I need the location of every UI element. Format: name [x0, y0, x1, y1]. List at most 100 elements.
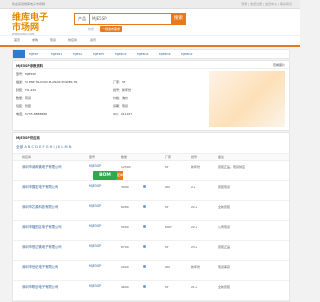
- related-model-link[interactable]: MJE3E5: [93, 52, 104, 56]
- related-models-bar: MJE5P MJE5B1 MJE5A MJE3E5 MJE8D2 MJE8D4 …: [12, 49, 290, 59]
- brand: ON: [165, 185, 170, 189]
- batch: 新年份: [191, 265, 201, 269]
- search-button[interactable]: 搜索: [171, 13, 186, 25]
- verified-icon: [143, 185, 146, 188]
- note: 全新原装: [218, 205, 231, 209]
- related-model-link[interactable]: MJE8D2: [115, 52, 127, 56]
- table-row[interactable]: 深圳市联创电子有限公司 MJE5SP 4600 ST 21+ 全新原装: [13, 281, 289, 301]
- info-value: 询价: [122, 96, 129, 100]
- model-link[interactable]: MJE5SP: [89, 264, 101, 268]
- column-header: 数量: [121, 155, 128, 159]
- supplier-name-link[interactable]: 深圳市福田区电子有限公司: [22, 224, 62, 229]
- table-header: 供应商 型号 数量 厂家 批号 备注: [13, 153, 289, 161]
- info-row: 描述：SI PNP SILICON PLANAR POWER TR: [16, 80, 78, 84]
- info-value: 新年份: [122, 88, 132, 92]
- info-row: 货期：现货: [113, 104, 128, 108]
- batch: 21+: [191, 285, 198, 289]
- table-row[interactable]: 深圳市芯源科技有限公司 MJE5SP 6280 ST 22+ 全新原装: [13, 201, 289, 221]
- quantity: 4600: [121, 285, 129, 289]
- table-row[interactable]: 深圳市恒达微电子有限公司 MJE5SP 8700 ST 23+ 原装正品: [13, 241, 289, 261]
- supplier-name-link[interactable]: 深圳市世纪电子有限公司: [22, 264, 58, 269]
- nav-item-home[interactable]: 首页: [14, 38, 20, 42]
- account-links[interactable]: 登录 | 免费注册 | 会员中心 | 联系我们: [241, 0, 292, 8]
- column-header: 型号: [89, 155, 96, 159]
- brand: ST: [165, 165, 169, 169]
- info-value: MJE5SP: [25, 72, 37, 76]
- model-link[interactable]: MJE5SP: [89, 184, 101, 188]
- related-model-link[interactable]: MJE8D4: [137, 52, 149, 56]
- nav-item-suppliers[interactable]: 供应商: [68, 38, 77, 42]
- model-link[interactable]: MJE5SP: [89, 204, 101, 208]
- product-image[interactable]: [209, 71, 285, 127]
- verified-icon: [143, 205, 146, 208]
- info-row: 包装：管装: [16, 104, 31, 108]
- info-label: QQ：: [113, 112, 121, 116]
- logo-text: 维库电子市场网: [12, 13, 49, 33]
- model-link[interactable]: MJE5SP: [89, 284, 101, 288]
- column-header: 备注: [218, 155, 225, 159]
- note: 现货库存: [218, 265, 231, 269]
- product-info-panel: MJE5SP参数资料 查看图片 型号：MJE5SP 描述：SI PNP SILI…: [12, 60, 290, 131]
- info-value: TO-220: [25, 88, 37, 92]
- related-model-link[interactable]: MJE8D6: [159, 52, 171, 56]
- supplier-name-link[interactable]: 深圳市芯源科技有限公司: [22, 204, 58, 209]
- model-link[interactable]: MJE5SP: [89, 224, 101, 228]
- batch: 2+: [191, 185, 196, 189]
- search-category-select[interactable]: 产品: [74, 13, 89, 25]
- info-value: 411107: [120, 112, 133, 116]
- related-model-link[interactable]: MJE5P: [29, 52, 38, 56]
- note: 原装正品，现货供应: [218, 165, 246, 169]
- search-input[interactable]: MJE5SP: [89, 13, 173, 25]
- post-request-button[interactable]: 一键发布需求: [100, 26, 122, 32]
- info-label: 批号：: [113, 88, 123, 92]
- info-value: SI PNP SILICON PLANAR POWER TR: [25, 80, 78, 84]
- brand: ON: [165, 265, 170, 269]
- brand: ST: [165, 205, 169, 209]
- related-model-link[interactable]: MJE5A: [73, 52, 82, 56]
- related-model-link[interactable]: MJE5B1: [51, 52, 62, 56]
- view-image-link[interactable]: 查看图片: [273, 63, 285, 67]
- alphabet-filter[interactable]: 全部 A B C D E F G H I J K L M N: [16, 145, 71, 150]
- welcome-text: 欢迎来到维库电子市场网: [12, 2, 46, 6]
- verified-icon: [143, 265, 146, 268]
- nav-item-news[interactable]: 资讯: [90, 38, 96, 42]
- info-value: ST: [122, 80, 126, 84]
- info-label: 电话：: [16, 112, 26, 116]
- supplier-name-link[interactable]: 深圳市诚和微电子有限公司: [22, 164, 62, 169]
- info-label: 货期：: [113, 104, 123, 108]
- table-row[interactable]: 深圳市诚和微电子有限公司 MJE5SP 12500 ST 新年份 原装正品，现货…: [13, 161, 289, 181]
- info-label: 包装：: [16, 104, 26, 108]
- info-value: 管装: [25, 104, 32, 108]
- nav-item-stock[interactable]: 现货: [50, 38, 56, 42]
- batch: 22+: [191, 225, 198, 229]
- info-value: 0755-8888888: [25, 112, 48, 116]
- supplier-name-link[interactable]: 深圳市恒达微电子有限公司: [22, 244, 62, 249]
- supplier-list-title: MJE5SP供应商: [16, 136, 40, 140]
- supplier-name-link[interactable]: 深圳市展宏电子有限公司: [22, 184, 58, 189]
- info-value: 现货: [122, 104, 129, 108]
- info-label: 型号：: [16, 72, 26, 76]
- quantity: 2000: [121, 265, 129, 269]
- verified-icon: [143, 225, 146, 228]
- supplier-name-link[interactable]: 深圳市联创电子有限公司: [22, 284, 58, 289]
- bom-badge[interactable]: BOM: [93, 171, 117, 180]
- verified-icon: [143, 285, 146, 288]
- bom-badge-tail[interactable]: 配单: [117, 171, 123, 180]
- table-row[interactable]: 深圳市福田区电子有限公司 MJE5SP 5000 MOT 22+ 公司现货: [13, 221, 289, 241]
- site-header: 维库电子市场网 WWW.DZSC.COM 产品 MJE5SP 搜索 热搜 一键发…: [0, 9, 300, 36]
- table-row[interactable]: 深圳市世纪电子有限公司 MJE5SP 2000 ON 新年份 现货库存: [13, 261, 289, 281]
- related-model-link[interactable]: MJE8D2: [181, 52, 193, 56]
- nav-item-buy[interactable]: 求购: [32, 38, 38, 42]
- model-link[interactable]: MJE5SP: [89, 164, 101, 168]
- info-row: 电话：0755-8888888: [16, 112, 47, 116]
- info-row: 厂家：ST: [113, 80, 126, 84]
- info-value: 有货: [25, 96, 32, 100]
- quantity: 5000: [121, 225, 129, 229]
- quantity: 3000: [121, 185, 129, 189]
- table-row[interactable]: 深圳市展宏电子有限公司 MJE5SP 3000 ON 2+ 原装现货: [13, 181, 289, 201]
- note: 全新原装: [218, 285, 231, 289]
- site-logo[interactable]: 维库电子市场网 WWW.DZSC.COM: [12, 13, 49, 36]
- model-link[interactable]: MJE5SP: [89, 244, 101, 248]
- brand: ST: [165, 245, 169, 249]
- info-row: 价格：询价: [113, 96, 128, 100]
